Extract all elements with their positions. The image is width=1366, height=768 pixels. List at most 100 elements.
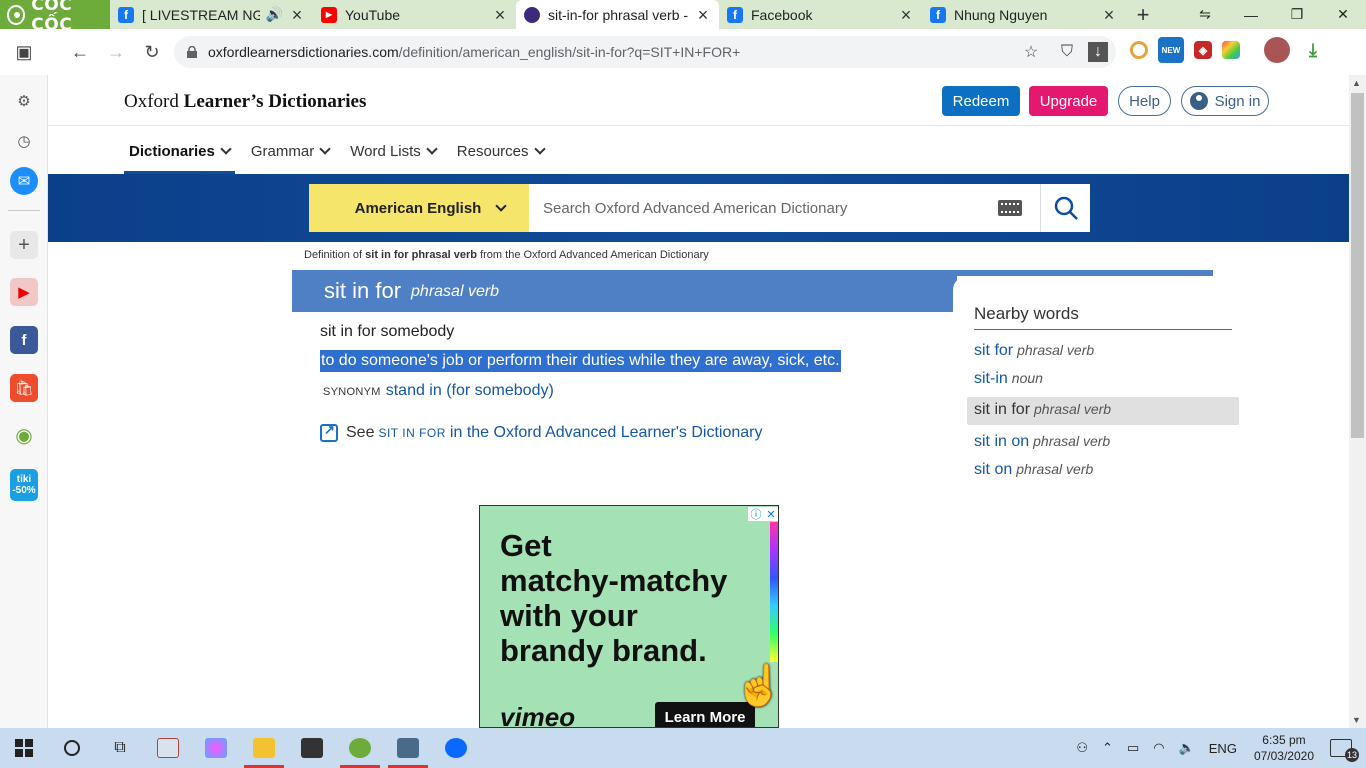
battery-icon[interactable]: ▭ [1127, 740, 1139, 756]
history-icon[interactable]: ◷ [10, 127, 38, 155]
info-icon[interactable]: ⓘ [750, 506, 761, 522]
nearby-word-sit-in[interactable]: sit-in noun [974, 370, 1043, 388]
vimeo-logo: vimeo [500, 702, 576, 728]
nearby-word-sit-for[interactable]: sit for phrasal verb [974, 342, 1094, 360]
extension-grid-icon[interactable] [1222, 41, 1240, 59]
add-shortcut-icon[interactable]: + [10, 231, 38, 259]
close-tab-icon[interactable]: × [1101, 6, 1117, 24]
taskbar-file-explorer[interactable] [240, 728, 288, 768]
close-ad-icon[interactable]: ✕ [766, 508, 775, 521]
youtube-shortcut-icon[interactable]: ▶ [10, 278, 38, 306]
nav-dictionaries[interactable]: Dictionaries [124, 135, 235, 174]
calculator-icon [397, 738, 419, 758]
definition-source: Definition of sit in for phrasal verb fr… [304, 249, 709, 261]
tab-facebook[interactable]: f Facebook × [719, 0, 922, 29]
taskbar-app-2[interactable] [192, 728, 240, 768]
ad-choices[interactable]: ⓘ ✕ [748, 507, 778, 521]
synonym-link[interactable]: stand in (for somebody) [386, 382, 554, 400]
notification-center-icon[interactable]: 13 [1330, 739, 1359, 762]
start-button[interactable] [0, 728, 48, 768]
definition-text: to do someone's job or perform their dut… [320, 350, 841, 372]
language-indicator[interactable]: ENG [1209, 741, 1237, 756]
taskbar-coccoc[interactable] [336, 728, 384, 768]
cortana-icon [64, 740, 80, 756]
windows-logo-icon [15, 739, 33, 757]
tab-title: sit-in-for phrasal verb - [548, 6, 689, 23]
tab-search-icon[interactable]: ⇋ [1182, 0, 1228, 29]
close-tab-icon[interactable]: × [492, 6, 508, 24]
search-icon [1054, 196, 1078, 220]
shopee-shortcut-icon[interactable]: 🛍 [10, 374, 38, 402]
close-tab-icon[interactable]: × [695, 6, 711, 24]
redeem-button[interactable]: Redeem [942, 86, 1020, 116]
address-bar[interactable]: oxfordlearnersdictionaries.com/definitio… [174, 36, 1116, 68]
scroll-down-icon[interactable]: ▼ [1352, 715, 1361, 725]
sign-in-button[interactable]: Sign in [1181, 86, 1269, 116]
part-of-speech: phrasal verb [411, 283, 500, 300]
chevron-up-icon[interactable]: ⌃ [1102, 740, 1113, 756]
restore-button[interactable]: ❐ [1274, 0, 1320, 29]
close-tab-icon[interactable]: × [289, 6, 305, 24]
oxford-logo[interactable]: Oxford Learner’s Dictionaries [124, 91, 366, 113]
editor-icon [301, 738, 323, 758]
back-button[interactable]: ← [62, 34, 98, 70]
messenger-icon[interactable]: ✉ [10, 167, 38, 195]
clock[interactable]: 6:35 pm 07/03/2020 [1254, 732, 1314, 764]
extension-red-icon[interactable]: ◈ [1194, 41, 1212, 59]
profile-avatar[interactable] [1264, 37, 1290, 63]
tab-livestream[interactable]: f [ LIVESTREAM NGÀY 🔊 × [110, 0, 313, 29]
zalo-icon [445, 738, 467, 758]
facebook-shortcut-icon[interactable]: f [10, 326, 38, 354]
volume-icon[interactable]: 🔈 [1179, 740, 1195, 756]
tab-oxford[interactable]: sit-in-for phrasal verb - × [516, 0, 719, 29]
forward-button[interactable]: → [98, 34, 134, 70]
downloads-icon[interactable]: ⤓ [1300, 37, 1326, 63]
new-tab-button[interactable]: + [1125, 0, 1161, 29]
chevron-down-icon [533, 143, 546, 155]
keyboard-icon[interactable] [998, 200, 1022, 216]
search-button[interactable] [1041, 184, 1090, 232]
taskbar-app-1[interactable] [144, 728, 192, 768]
nearby-word-sit-in-on[interactable]: sit in on phrasal verb [974, 433, 1110, 451]
see-also-link[interactable]: See SIT IN FOR in the Oxford Advanced Le… [320, 422, 762, 442]
download-page-icon[interactable]: ↓ [1088, 42, 1108, 62]
people-icon[interactable]: ⚇ [1076, 740, 1088, 756]
coccoc-shortcut-icon[interactable]: ◉ [10, 421, 38, 449]
tiki-shortcut-icon[interactable]: tiki -50% [10, 469, 38, 501]
nav-grammar[interactable]: Grammar [246, 135, 334, 174]
extension-coccoc-icon[interactable] [1130, 41, 1148, 59]
speaker-icon[interactable]: 🔊 [266, 6, 283, 23]
nav-resources[interactable]: Resources [452, 135, 549, 174]
search-input[interactable]: Search Oxford Advanced American Dictiona… [529, 184, 1041, 232]
tab-youtube[interactable]: ▶ YouTube × [313, 0, 516, 29]
page-scrollbar[interactable]: ▲ ▼ [1349, 75, 1366, 728]
shield-icon[interactable]: ⛉ [1052, 40, 1082, 64]
advertisement[interactable]: ⓘ ✕ Get matchy-matchy with your brandy br… [479, 505, 779, 728]
wifi-icon[interactable]: ◠ [1153, 740, 1164, 756]
nearby-word-sit-on[interactable]: sit on phrasal verb [974, 461, 1093, 479]
bookmark-star-icon[interactable]: ☆ [1016, 40, 1046, 64]
scrollbar-thumb[interactable] [1351, 93, 1364, 438]
close-window-button[interactable]: ✕ [1320, 0, 1366, 29]
dictionary-selector[interactable]: American English [309, 184, 529, 232]
task-view-button[interactable]: ⧉ [96, 728, 144, 768]
help-button[interactable]: Help [1118, 86, 1171, 116]
extension-new-icon[interactable]: NEW [1158, 37, 1184, 63]
tab-nhung-nguyen[interactable]: f Nhung Nguyen × [922, 0, 1125, 29]
taskbar-zalo[interactable] [432, 728, 480, 768]
reload-button[interactable]: ↻ [134, 34, 170, 70]
minimize-button[interactable]: — [1228, 0, 1274, 29]
nav-word-lists[interactable]: Word Lists [345, 135, 441, 174]
settings-gear-icon[interactable]: ⚙ [10, 87, 38, 115]
upgrade-button[interactable]: Upgrade [1029, 86, 1108, 116]
search-taskbar-button[interactable] [48, 728, 96, 768]
oxford-icon [524, 6, 540, 23]
chevron-down-icon [495, 200, 508, 212]
taskbar-app-3[interactable] [288, 728, 336, 768]
sidebar-toggle-icon[interactable]: ▣ [6, 34, 42, 70]
coccoc-menu-button[interactable]: CỐC CỐC [0, 0, 110, 35]
close-tab-icon[interactable]: × [898, 6, 914, 24]
taskbar-app-4[interactable] [384, 728, 432, 768]
scroll-up-icon[interactable]: ▲ [1352, 78, 1361, 88]
chevron-down-icon [319, 143, 331, 155]
